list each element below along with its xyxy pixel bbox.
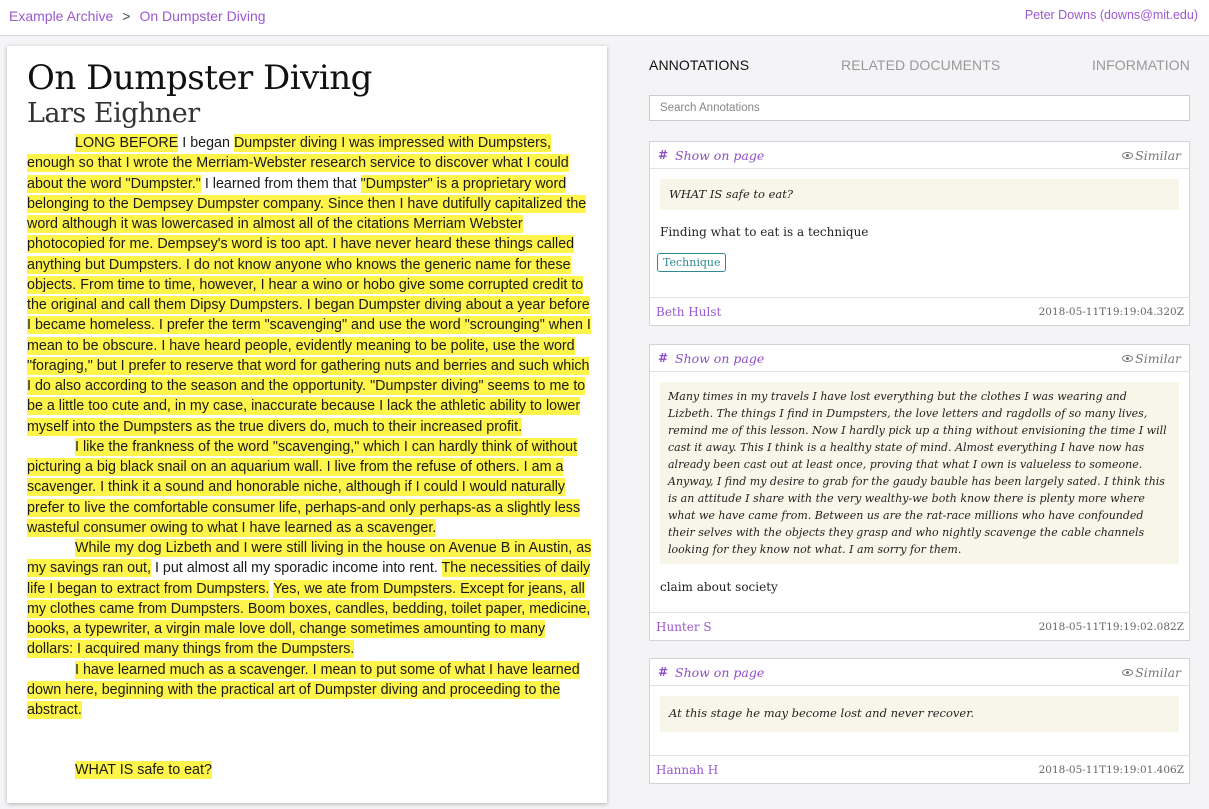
paragraph: LONG BEFORE I began Dumpster diving I wa… <box>27 133 593 437</box>
annotation-author[interactable]: Beth Hulst <box>656 305 721 319</box>
text-span: I learned from them that <box>200 175 361 192</box>
similar-label: Similar <box>1135 665 1181 680</box>
annotation-author[interactable]: Hunter S <box>656 620 712 634</box>
highlight[interactable]: I have learned much as a scavenger. I me… <box>27 660 580 719</box>
paragraph: I have learned much as a scavenger. I me… <box>27 660 593 721</box>
annotation-timestamp: 2018-05-11T19:19:04.320Z <box>1038 306 1184 318</box>
paragraph: WHAT IS safe to eat? <box>27 760 593 780</box>
document-body: LONG BEFORE I began Dumpster diving I wa… <box>27 133 593 781</box>
eye-icon <box>1122 669 1134 676</box>
eye-icon <box>1122 355 1134 362</box>
document-author: Lars Eighner <box>27 98 200 129</box>
annotations-sidebar: ANNOTATIONS RELATED DOCUMENTS INFORMATIO… <box>649 46 1190 809</box>
breadcrumb-root-link[interactable]: Example Archive <box>9 8 113 24</box>
annotation-timestamp: 2018-05-11T19:19:01.406Z <box>1038 764 1184 776</box>
show-on-page-link[interactable]: Show on page <box>675 351 764 366</box>
sidebar-tabs: ANNOTATIONS RELATED DOCUMENTS INFORMATIO… <box>649 46 1190 84</box>
annotation-card: # Show on page Similar Many times in my … <box>649 344 1190 641</box>
annotation-card: # Show on page Similar At this stage he … <box>649 658 1190 784</box>
annotation-author[interactable]: Hannah H <box>656 763 718 777</box>
annotation-card-header: # Show on page Similar <box>650 345 1189 372</box>
annotation-card-footer: Hannah H 2018-05-11T19:19:01.406Z <box>650 755 1189 783</box>
breadcrumb-separator: > <box>122 8 131 24</box>
show-on-page-link[interactable]: Show on page <box>675 148 764 163</box>
similar-label: Similar <box>1135 148 1181 163</box>
document-title: On Dumpster Diving <box>27 58 372 98</box>
text-span: I began <box>178 135 234 151</box>
show-on-page-link[interactable]: Show on page <box>675 665 764 680</box>
similar-label: Similar <box>1135 351 1181 366</box>
annotation-card: # Show on page Similar WHAT IS safe to e… <box>649 141 1190 326</box>
annotation-card-footer: Hunter S 2018-05-11T19:19:02.082Z <box>650 612 1189 640</box>
tab-information[interactable]: INFORMATION <box>1092 57 1190 73</box>
tab-related-documents[interactable]: RELATED DOCUMENTS <box>841 57 1000 73</box>
annotation-comment: claim about society <box>660 580 778 594</box>
highlight[interactable]: WHAT IS safe to eat? <box>75 761 212 780</box>
highlight[interactable]: Dumpster diving <box>233 134 338 152</box>
annotation-card-header: # Show on page Similar <box>650 142 1189 169</box>
breadcrumb-current-link[interactable]: On Dumpster Diving <box>139 8 265 24</box>
document-panel: On Dumpster Diving Lars Eighner LONG BEF… <box>7 46 607 803</box>
paragraph: I like the frankness of the word "scaven… <box>27 437 593 538</box>
eye-icon <box>1122 152 1134 159</box>
annotation-quote: WHAT IS safe to eat? <box>660 179 1179 210</box>
tag-badge[interactable]: Technique <box>657 253 727 272</box>
tag-row: Technique <box>650 253 1189 272</box>
annotation-quote: Many times in my travels I have lost eve… <box>660 382 1179 564</box>
annotation-timestamp: 2018-05-11T19:19:02.082Z <box>1038 621 1184 633</box>
annotation-card-footer: Beth Hulst 2018-05-11T19:19:04.320Z <box>650 297 1189 325</box>
text-span: I put almost all my sporadic income into… <box>150 560 442 577</box>
highlight[interactable]: LONG BEFORE <box>75 134 179 152</box>
highlight[interactable]: I began Dumpster diving about a year bef… <box>27 296 591 436</box>
annotation-quote: At this stage he may become lost and nev… <box>660 696 1179 732</box>
search-annotations-input[interactable] <box>649 95 1190 121</box>
breadcrumb: Example Archive > On Dumpster Diving <box>9 8 266 24</box>
paragraph: While my dog Lizbeth and I were still li… <box>27 538 593 660</box>
hash-icon: # <box>658 351 669 365</box>
annotation-card-header: # Show on page Similar <box>650 659 1189 686</box>
similar-button[interactable]: Similar <box>1122 665 1181 680</box>
user-link[interactable]: Peter Downs (downs@mit.edu) <box>1025 8 1198 22</box>
similar-button[interactable]: Similar <box>1122 351 1181 366</box>
similar-button[interactable]: Similar <box>1122 148 1181 163</box>
hash-icon: # <box>658 665 669 679</box>
highlight[interactable]: I like the frankness of the word "scaven… <box>27 437 581 537</box>
hash-icon: # <box>658 148 669 162</box>
top-bar: Example Archive > On Dumpster Diving Peter… <box>0 0 1209 36</box>
annotation-comment: Finding what to eat is a technique <box>660 225 869 239</box>
tab-annotations[interactable]: ANNOTATIONS <box>649 57 749 73</box>
